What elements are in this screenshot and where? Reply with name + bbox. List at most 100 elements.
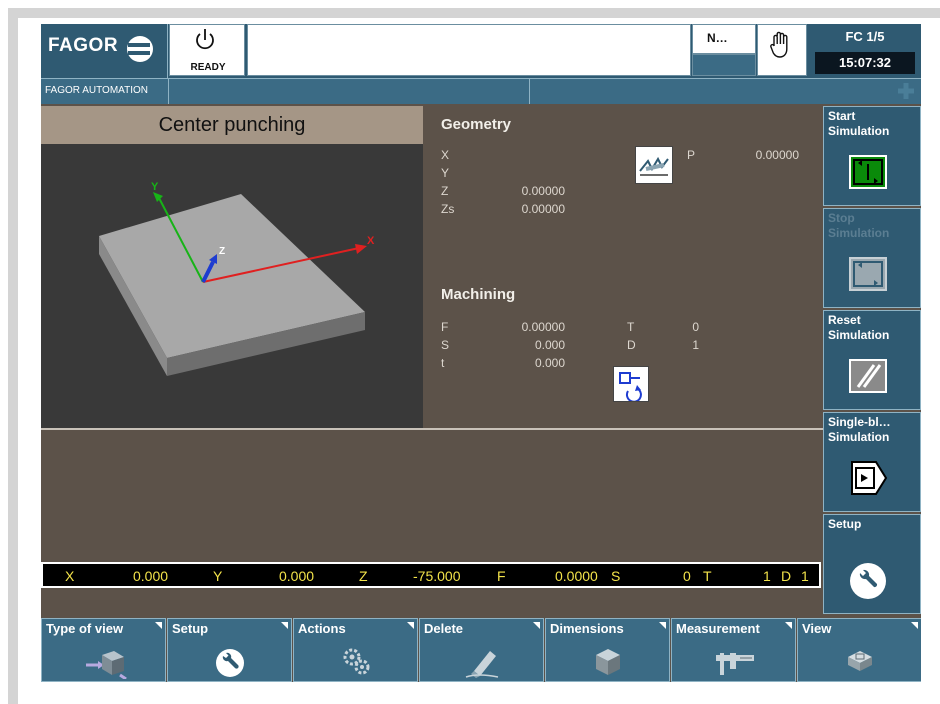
message-field [247,24,691,76]
z-axis-label: Z [219,246,225,257]
submenu-corner-icon [659,622,666,629]
brand-name: FAGOR [48,35,119,56]
machining-label: S [441,338,450,352]
gears-icon [343,648,370,675]
horizontal-softkey-bar: Type of view Setup Actions Delete Dimens… [41,618,921,682]
single-block-simulation-button[interactable]: Single-bl… Simulation [823,412,921,512]
offset-label: D [627,338,636,352]
machining-title: Machining [441,286,516,303]
reset-simulation-icon [849,359,887,393]
block-number-field: N… [692,24,756,54]
offset-value[interactable]: 1 [673,338,699,352]
hand-icon [770,31,788,58]
machining-value[interactable]: 0.000 [509,338,565,352]
actions-button[interactable]: Actions [293,618,418,682]
status-z-label: Z [359,568,368,584]
cycle-type-icon[interactable] [635,146,673,184]
stop-simulation-button[interactable]: Stop Simulation [823,208,921,308]
cube-icon [596,649,620,675]
status-x-label: X [65,568,75,584]
setup-button[interactable]: Setup [167,618,292,682]
brand-subtitle: FAGOR AUTOMATION [45,85,148,96]
power-icon [196,29,214,50]
geometry-label: X [441,148,450,162]
wrench-icon [216,649,244,677]
geometry-value[interactable]: 0.00000 [509,184,565,198]
reset-simulation-button[interactable]: Reset Simulation [823,310,921,410]
machining-value[interactable]: 0.000 [509,356,565,370]
submenu-corner-icon [407,622,414,629]
view-type-icon [86,651,127,679]
measurement-button[interactable]: Measurement [671,618,796,682]
status-s-value: 0 [683,568,691,584]
status-s-label: S [611,568,621,584]
status-t-label: T [703,568,712,584]
geometry-value[interactable]: 0.00000 [509,202,565,216]
view-button[interactable]: View [797,618,921,682]
softkey-label: Type of view [46,621,124,636]
caliper-icon [716,653,754,675]
geometry-label: Zs [441,202,455,216]
spindle-direction-icon[interactable] [613,366,649,403]
type-of-view-button[interactable]: Type of view [41,618,166,682]
tool-label: T [627,320,635,334]
geometry-title: Geometry [441,116,512,133]
softkey-label: Reset Simulation [828,313,890,342]
workpiece-3d-view: Y X Z [99,181,375,376]
softkey-label: Dimensions [550,621,624,636]
start-simulation-button[interactable]: Start Simulation [823,106,921,206]
submenu-corner-icon [533,622,540,629]
machining-value[interactable]: 0.00000 [509,320,565,334]
setup-side-button[interactable]: Setup [823,514,921,614]
y-axis-arrow [153,192,163,202]
status-z-value: -75.000 [413,568,461,584]
manual-mode-indicator [757,24,807,76]
status-f-label: F [497,568,506,584]
wrench-icon [850,563,886,599]
subbar-divider [529,78,530,104]
plus-icon[interactable] [897,82,915,100]
status-t-value: 1 [763,568,771,584]
x-axis-arrow [355,244,367,254]
machining-label: F [441,320,449,334]
softkey-label: View [802,621,832,636]
clock: 15:07:32 [815,52,915,74]
submenu-corner-icon [785,622,792,629]
p-value[interactable]: 0.00000 [729,148,799,162]
channel-indicator: FC 1/5 [809,24,921,50]
status-y-value: 0.000 [279,568,315,584]
softkey-label: Measurement [676,621,760,636]
geometry-label: Y [441,166,450,180]
machine-status: READY [169,24,245,76]
softkey-label: Actions [298,621,346,636]
softkey-label: Stop Simulation [828,211,890,240]
status-d-value: 1 [801,568,809,584]
fagor-logo-icon [127,36,153,62]
submenu-corner-icon [911,622,918,629]
dimensions-button[interactable]: Dimensions [545,618,670,682]
p-label: P [687,148,696,162]
tool-value[interactable]: 0 [673,320,699,334]
geometry-label: Z [441,184,449,198]
softkey-label: Setup [828,517,862,531]
app-frame: FAGOR READY N… FC 1/5 15:07:32 FAGOR AUT… [0,0,940,704]
submenu-corner-icon [155,622,162,629]
machining-label: t [441,356,445,370]
status-d-label: D [781,568,792,584]
x-axis-label: X [367,235,375,247]
eraser-icon [465,651,499,678]
brand-logo: FAGOR [41,24,168,78]
position-status-line: X 0.000 Y 0.000 Z -75.000 F 0.0000 S 0 T… [41,562,821,588]
y-axis-label: Y [151,181,159,193]
softkey-label: Single-bl… Simulation [828,415,891,444]
block-number-underbar [692,54,756,76]
cycle-data-panel: Geometry X Y Z 0.00000 Zs 0.00000 P 0.00… [423,106,823,428]
delete-button[interactable]: Delete [419,618,544,682]
status-f-value: 0.0000 [555,568,598,584]
graphic-viewport[interactable]: Y X Z [41,144,423,428]
cycle-title: Center punching [158,114,306,136]
status-x-value: 0.000 [133,568,169,584]
view-icon [848,651,872,671]
softkey-label: Delete [424,621,464,636]
page-margin-left [8,8,18,704]
